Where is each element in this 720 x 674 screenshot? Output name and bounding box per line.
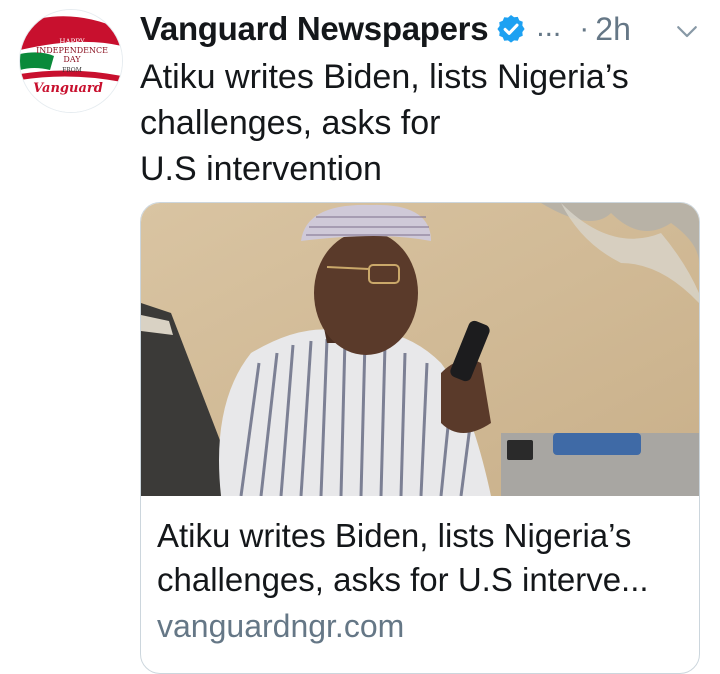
avatar[interactable]: HAPPY INDEPENDENCE DAY FROM Vanguard [20,10,122,112]
card-title-line: Atiku writes Biden, lists Nigeria’s [157,517,632,554]
name-overflow-ellipsis: ... [536,10,562,43]
card-photo[interactable] [141,203,699,496]
avatar-text-from: FROM [62,67,82,74]
card-title: Atiku writes Biden, lists Nigeria’s chal… [157,514,692,602]
tweet-header: Vanguard Newspapers ... · 2h [140,4,708,54]
display-name[interactable]: Vanguard Newspapers [140,10,489,48]
link-card[interactable]: Atiku writes Biden, lists Nigeria’s chal… [140,202,700,674]
card-title-line: challenges, asks for U.S interve... [157,561,649,598]
chevron-down-icon[interactable] [672,16,702,46]
avatar-text-day: DAY [63,55,81,64]
separator-dot: · [579,12,590,45]
tweet-text-line: challenges, asks for [140,104,441,142]
card-body: Atiku writes Biden, lists Nigeria’s chal… [157,514,692,648]
avatar-text-happy: HAPPY [59,38,85,46]
tweet-timestamp[interactable]: 2h [595,11,631,48]
avatar-text-independence: INDEPENDENCE [36,46,108,55]
avatar-logo: HAPPY INDEPENDENCE DAY FROM Vanguard [20,10,122,112]
avatar-brand: Vanguard [33,81,103,96]
card-domain: vanguardngr.com [157,608,405,644]
tweet-text-line: Atiku writes Biden, lists Nigeria’s [140,58,629,96]
verified-badge-icon [497,15,525,43]
tweet-text-line: U.S intervention [140,150,382,188]
tweet-text: Atiku writes Biden, lists Nigeria’s chal… [140,54,700,192]
